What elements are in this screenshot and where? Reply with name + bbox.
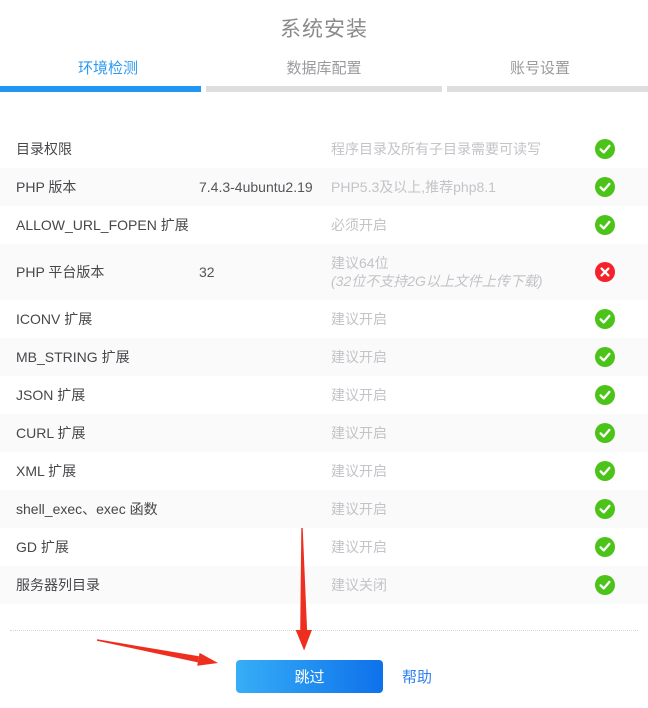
check-circle-icon	[595, 537, 615, 557]
check-row: XML 扩展 建议开启	[0, 452, 648, 490]
check-row: 目录权限 程序目录及所有子目录需要可读写	[0, 130, 648, 168]
help-link[interactable]: 帮助	[402, 666, 432, 687]
check-circle-icon	[595, 499, 615, 519]
check-circle-icon	[595, 215, 615, 235]
progress-segment-2	[206, 86, 442, 92]
check-row: 服务器列目录 建议关闭	[0, 566, 648, 604]
check-value: 7.4.3-4ubuntu2.19	[199, 179, 331, 195]
check-circle-icon	[595, 461, 615, 481]
check-name: shell_exec、exec 函数	[16, 499, 199, 519]
status-cell	[581, 385, 632, 405]
check-row: shell_exec、exec 函数 建议开启	[0, 490, 648, 528]
check-requirement: 建议开启	[331, 386, 581, 404]
tab-database-config[interactable]: 数据库配置	[216, 57, 432, 81]
check-desc: 建议64位(32位不支持2G以上文件上传下载)	[331, 254, 581, 290]
check-circle-icon	[595, 385, 615, 405]
check-row: PHP 平台版本32建议64位(32位不支持2G以上文件上传下载)	[0, 244, 648, 300]
progress-segment-1	[0, 86, 201, 92]
check-row: GD 扩展 建议开启	[0, 528, 648, 566]
check-row: JSON 扩展 建议开启	[0, 376, 648, 414]
check-name: GD 扩展	[16, 537, 199, 557]
check-desc: 建议开启	[331, 310, 581, 328]
step-tab-bar: 环境检测 数据库配置 账号设置	[0, 57, 648, 81]
status-cell	[581, 177, 632, 197]
check-requirement: PHP5.3及以上,推荐php8.1	[331, 178, 581, 196]
page-title: 系统安装	[0, 0, 648, 43]
check-circle-icon	[595, 309, 615, 329]
progress-segment-3	[447, 86, 648, 92]
skip-button[interactable]: 跳过	[236, 660, 383, 693]
check-note: (32位不支持2G以上文件上传下载)	[331, 272, 581, 290]
status-cell	[581, 499, 632, 519]
check-name: ICONV 扩展	[16, 309, 199, 329]
check-desc: 建议开启	[331, 462, 581, 480]
check-requirement: 建议开启	[331, 462, 581, 480]
installer-page: 系统安装 环境检测 数据库配置 账号设置 目录权限 程序目录及所有子目录需要可读写…	[0, 0, 648, 708]
dotted-divider	[10, 630, 638, 631]
x-circle-icon	[595, 262, 615, 282]
check-row: PHP 版本7.4.3-4ubuntu2.19PHP5.3及以上,推荐php8.…	[0, 168, 648, 206]
status-cell	[581, 461, 632, 481]
status-cell	[581, 139, 632, 159]
check-row: ALLOW_URL_FOPEN 扩展 必须开启	[0, 206, 648, 244]
check-row: ICONV 扩展 建议开启	[0, 300, 648, 338]
check-requirement: 程序目录及所有子目录需要可读写	[331, 140, 581, 158]
check-name: MB_STRING 扩展	[16, 347, 199, 367]
check-name: PHP 版本	[16, 177, 199, 197]
tab-account-settings[interactable]: 账号设置	[432, 57, 648, 81]
footer-actions: 跳过 帮助	[0, 656, 648, 696]
check-desc: 建议开启	[331, 424, 581, 442]
check-desc: 建议开启	[331, 538, 581, 556]
check-name: CURL 扩展	[16, 423, 199, 443]
status-cell	[581, 347, 632, 367]
check-circle-icon	[595, 177, 615, 197]
check-name: 目录权限	[16, 139, 199, 159]
check-desc: 必须开启	[331, 216, 581, 234]
check-requirement: 建议开启	[331, 348, 581, 366]
check-circle-icon	[595, 423, 615, 443]
check-desc: 建议开启	[331, 500, 581, 518]
status-cell	[581, 423, 632, 443]
tab-environment-check[interactable]: 环境检测	[0, 57, 216, 81]
check-row: CURL 扩展 建议开启	[0, 414, 648, 452]
environment-check-table: 目录权限 程序目录及所有子目录需要可读写 PHP 版本7.4.3-4ubuntu2.…	[0, 130, 648, 604]
status-cell	[581, 262, 632, 282]
check-name: JSON 扩展	[16, 385, 199, 405]
check-row: MB_STRING 扩展 建议开启	[0, 338, 648, 376]
check-name: PHP 平台版本	[16, 262, 199, 282]
check-circle-icon	[595, 347, 615, 367]
check-requirement: 建议开启	[331, 538, 581, 556]
check-desc: 建议关闭	[331, 576, 581, 594]
check-name: XML 扩展	[16, 461, 199, 481]
status-cell	[581, 309, 632, 329]
check-desc: 程序目录及所有子目录需要可读写	[331, 140, 581, 158]
check-circle-icon	[595, 575, 615, 595]
check-desc: 建议开启	[331, 386, 581, 404]
status-cell	[581, 215, 632, 235]
check-requirement: 必须开启	[331, 216, 581, 234]
status-cell	[581, 537, 632, 557]
check-requirement: 建议开启	[331, 424, 581, 442]
check-requirement: 建议开启	[331, 500, 581, 518]
check-requirement: 建议开启	[331, 310, 581, 328]
check-desc: 建议开启	[331, 348, 581, 366]
check-desc: PHP5.3及以上,推荐php8.1	[331, 178, 581, 196]
check-circle-icon	[595, 139, 615, 159]
status-cell	[581, 575, 632, 595]
step-progress-bar	[0, 86, 648, 92]
check-value: 32	[199, 264, 331, 280]
check-name: 服务器列目录	[16, 575, 199, 595]
check-requirement: 建议关闭	[331, 576, 581, 594]
check-name: ALLOW_URL_FOPEN 扩展	[16, 215, 199, 235]
check-requirement: 建议64位	[331, 254, 581, 272]
